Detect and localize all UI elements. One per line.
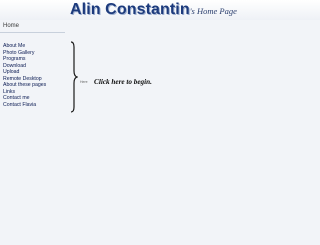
nav-home-link[interactable]: Home — [0, 21, 65, 33]
page-header: Alin Constantin's Home Page — [0, 0, 320, 20]
site-title: Alin Constantin's Home Page — [70, 1, 237, 19]
site-title-subtitle: 's Home Page — [189, 6, 237, 16]
intro-section: Here Click here to begin. — [80, 73, 152, 91]
site-title-name: Alin Constantin — [70, 1, 190, 18]
sidebar-nav: Home About Me Photo Gallery Programs Dow… — [0, 21, 70, 108]
curly-brace-decoration — [70, 41, 78, 113]
nav-item-contact-flavia[interactable]: Contact Flavia — [0, 102, 70, 109]
click-to-begin-link[interactable]: Click here to begin. — [94, 78, 152, 86]
nav-list: About Me Photo Gallery Programs Download… — [0, 43, 70, 108]
intro-small-label: Here — [80, 79, 88, 84]
